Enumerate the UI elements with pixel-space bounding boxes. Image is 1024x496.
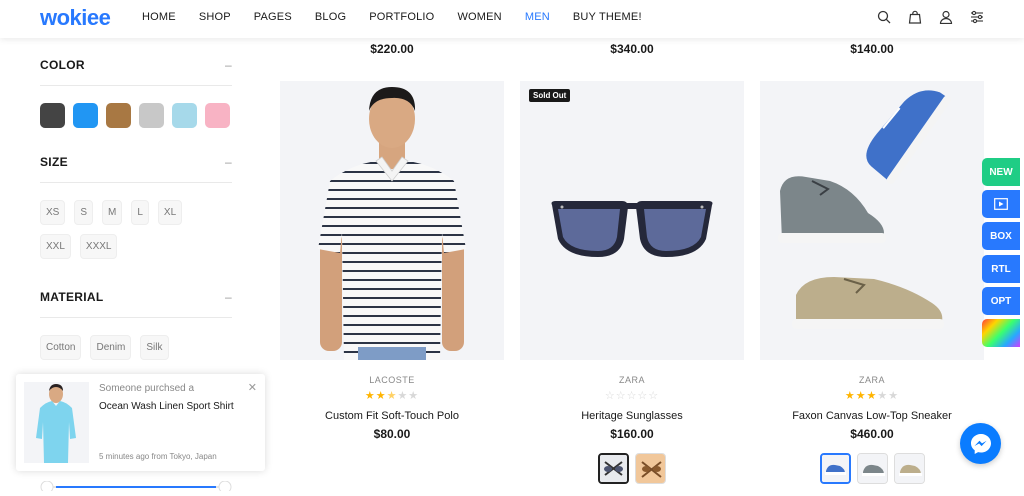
nav-blog[interactable]: BLOG — [315, 11, 346, 23]
product-brand[interactable]: ZARA — [760, 375, 984, 385]
product-name[interactable]: Custom Fit Soft-Touch Polo — [280, 410, 504, 422]
close-icon[interactable]: ✕ — [248, 381, 257, 394]
size-filter-title: SIZE — [40, 155, 68, 169]
color-palette-icon[interactable] — [982, 319, 1020, 347]
color-swatch-light-grey[interactable] — [139, 103, 164, 128]
notification-meta: 5 minutes ago from Tokyo, Japan — [99, 452, 217, 461]
product-price: $160.00 — [610, 427, 654, 441]
color-swatch-pink[interactable] — [205, 103, 230, 128]
size-option-xl[interactable]: XL — [157, 200, 183, 225]
product-price: $220.00 — [370, 42, 414, 56]
new-button[interactable]: NEW — [982, 158, 1020, 186]
bag-icon[interactable] — [908, 10, 922, 24]
product-name[interactable]: Faxon Canvas Low-Top Sneaker — [760, 410, 984, 422]
site-header: wokiee HOME SHOP PAGES BLOG PORTFOLIO WO… — [0, 0, 1024, 38]
color-swatch-dark-grey[interactable] — [40, 103, 65, 128]
purchase-notification: Someone purchsed a Ocean Wash Linen Spor… — [16, 374, 265, 471]
options-button[interactable]: OPT — [982, 287, 1020, 315]
nav-shop[interactable]: SHOP — [199, 11, 231, 23]
nav-men[interactable]: MEN — [525, 11, 550, 23]
search-icon[interactable] — [877, 10, 891, 24]
size-filter-header[interactable]: SIZE – — [40, 155, 232, 169]
filter-sidebar: COLOR – SIZE – XS S M L XL XXL XXXL MATE… — [40, 38, 232, 360]
size-option-xs[interactable]: XS — [40, 200, 66, 225]
color-swatch-light-blue[interactable] — [172, 103, 197, 128]
product-price: $80.00 — [373, 427, 411, 441]
material-options: Cotton Denim Silk — [40, 335, 232, 360]
nav-pages[interactable]: PAGES — [254, 11, 292, 23]
video-icon — [994, 198, 1008, 210]
size-options: XS S M L XL XXL XXXL — [40, 200, 210, 259]
divider — [40, 182, 232, 183]
rating-stars: ★★★★★ — [844, 390, 900, 402]
nav-home[interactable]: HOME — [142, 11, 176, 23]
messenger-chat-button[interactable] — [960, 423, 1001, 464]
material-option-silk[interactable]: Silk — [140, 335, 169, 360]
size-option-s[interactable]: S — [74, 200, 94, 225]
color-filter-header[interactable]: COLOR – — [40, 58, 232, 72]
rating-stars: ☆☆☆☆☆ — [604, 390, 660, 402]
header-icons — [877, 10, 984, 25]
color-thumb-tortoise[interactable] — [635, 453, 666, 484]
color-thumb-dark[interactable] — [598, 453, 629, 484]
sold-out-badge: Sold Out — [529, 89, 571, 102]
main-nav: HOME SHOP PAGES BLOG PORTFOLIO WOMEN MEN… — [142, 11, 665, 23]
notification-product-name[interactable]: Ocean Wash Linen Sport Shirt — [99, 401, 234, 412]
product-image-sneakers[interactable] — [760, 81, 984, 360]
material-option-denim[interactable]: Denim — [90, 335, 132, 360]
video-button[interactable] — [982, 190, 1020, 218]
nav-portfolio[interactable]: PORTFOLIO — [369, 11, 434, 23]
size-option-m[interactable]: M — [102, 200, 123, 225]
nav-women[interactable]: WOMEN — [457, 11, 501, 23]
product-name[interactable]: Heritage Sunglasses — [520, 410, 744, 422]
product-image-sunglasses[interactable]: Sold Out — [520, 81, 744, 360]
size-option-xxxl[interactable]: XXXL — [79, 234, 118, 259]
color-thumb-blue[interactable] — [820, 453, 851, 484]
color-swatches — [40, 103, 232, 128]
rating-stars: ★★★★★ — [364, 390, 420, 402]
material-option-cotton[interactable]: Cotton — [40, 335, 82, 360]
collapse-icon[interactable]: – — [225, 290, 232, 304]
material-filter-header[interactable]: MATERIAL – — [40, 290, 232, 304]
product-price: $460.00 — [850, 427, 894, 441]
color-swatch-blue[interactable] — [73, 103, 98, 128]
collapse-icon[interactable]: – — [225, 58, 232, 72]
user-icon[interactable] — [939, 10, 953, 25]
notification-product-image[interactable] — [24, 382, 89, 463]
color-swatch-brown[interactable] — [106, 103, 131, 128]
notification-text: Someone purchsed a — [99, 383, 195, 394]
divider — [40, 317, 232, 318]
size-option-l[interactable]: L — [131, 200, 149, 225]
size-option-xxl[interactable]: XXL — [40, 234, 71, 259]
site-logo[interactable]: wokiee — [40, 5, 111, 31]
product-price: $140.00 — [850, 42, 894, 56]
box-button[interactable]: BOX — [982, 222, 1020, 250]
color-filter-title: COLOR — [40, 58, 85, 72]
settings-icon[interactable] — [970, 10, 984, 24]
collapse-icon[interactable]: – — [225, 155, 232, 169]
product-color-thumbs — [598, 453, 666, 484]
nav-buy-theme[interactable]: BUY THEME! — [573, 11, 642, 23]
product-image-polo[interactable] — [280, 81, 504, 360]
messenger-icon — [970, 433, 991, 454]
product-price: $340.00 — [610, 42, 654, 56]
product-brand[interactable]: ZARA — [520, 375, 744, 385]
product-brand[interactable]: LACOSTE — [280, 375, 504, 385]
rtl-button[interactable]: RTL — [982, 255, 1020, 283]
divider — [40, 85, 232, 86]
material-filter-title: MATERIAL — [40, 290, 104, 304]
product-color-thumbs — [820, 453, 925, 484]
color-thumb-beige[interactable] — [894, 453, 925, 484]
color-thumb-grey[interactable] — [857, 453, 888, 484]
